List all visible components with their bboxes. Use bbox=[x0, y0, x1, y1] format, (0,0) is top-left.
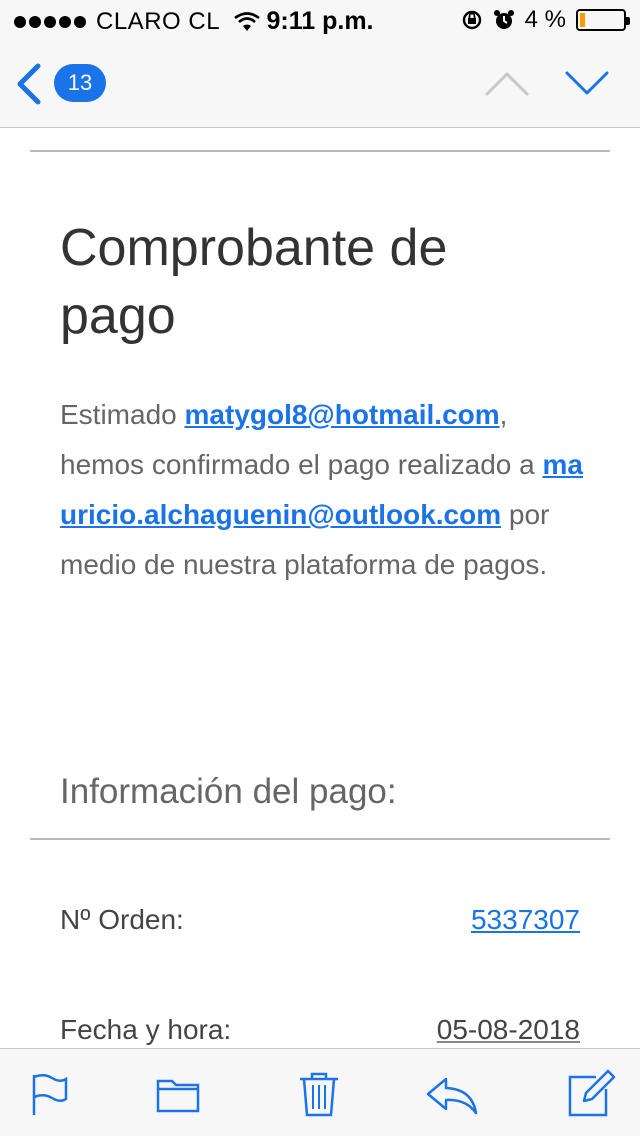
payment-info-heading: Información del pago: bbox=[60, 772, 397, 811]
unread-count-badge[interactable]: 13 bbox=[54, 64, 106, 102]
order-number-link[interactable]: 5337307 bbox=[471, 904, 580, 936]
alarm-icon bbox=[493, 10, 514, 29]
order-label: Nº Orden: bbox=[60, 904, 184, 935]
date-value[interactable]: 05-08-2018 bbox=[437, 1014, 580, 1046]
date-label: Fecha y hora: bbox=[60, 1014, 232, 1045]
email-message: Estimado matygol8@hotmail.com, hemos con… bbox=[60, 390, 590, 590]
rotation-lock-icon bbox=[462, 10, 481, 30]
back-chevron-icon[interactable] bbox=[14, 62, 44, 106]
chevron-down-icon[interactable] bbox=[564, 68, 610, 98]
flag-icon[interactable] bbox=[26, 1069, 76, 1119]
chevron-up-icon[interactable] bbox=[484, 68, 530, 98]
status-right: 4 % bbox=[461, 6, 630, 34]
status-bar: CLARO CL 9:11 p.m. 4 % bbox=[0, 0, 640, 40]
mail-nav-bar: 13 bbox=[0, 40, 640, 128]
battery-percentage: 4 % bbox=[524, 6, 566, 33]
reply-icon[interactable] bbox=[424, 1069, 480, 1119]
trash-icon[interactable] bbox=[294, 1069, 344, 1119]
confirm-text: hemos confirmado el pago realizado a bbox=[60, 449, 543, 480]
compose-icon[interactable] bbox=[566, 1069, 616, 1119]
folder-icon[interactable] bbox=[154, 1069, 204, 1119]
greeting-text: Estimado bbox=[60, 399, 185, 430]
top-divider bbox=[30, 150, 610, 152]
section-divider bbox=[30, 838, 610, 840]
sender-email-link[interactable]: matygol8@hotmail.com bbox=[185, 399, 500, 430]
comma-text: , bbox=[499, 399, 508, 430]
battery-icon bbox=[576, 9, 630, 31]
mail-toolbar bbox=[0, 1048, 640, 1136]
email-body[interactable]: Comprobante de pago Estimado matygol8@ho… bbox=[0, 128, 640, 1048]
email-title: Comprobante de pago bbox=[60, 219, 448, 345]
